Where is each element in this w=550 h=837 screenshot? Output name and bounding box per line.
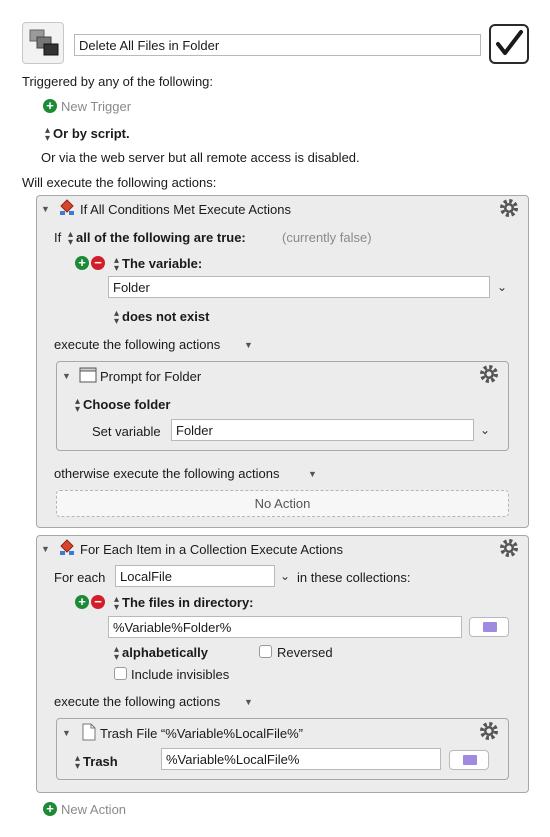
otherwise-actions-disclosure[interactable]: ▼ bbox=[308, 469, 317, 479]
new-trigger-icon[interactable]: + bbox=[43, 99, 57, 113]
sort-popup[interactable]: ▴ ▾ alphabetically bbox=[114, 643, 209, 663]
prompt-folder-title: Prompt for Folder bbox=[100, 369, 202, 384]
macro-name-field[interactable]: Delete All Files in Folder bbox=[74, 34, 481, 56]
macro-icon bbox=[22, 22, 64, 64]
execute-actions-disclosure[interactable]: ▼ bbox=[244, 340, 253, 350]
if-action-title: If All Conditions Met Execute Actions bbox=[80, 202, 291, 217]
stepper-icon: ▴ ▾ bbox=[68, 228, 74, 248]
for-each-label: For each bbox=[54, 570, 106, 585]
reversed-label: Reversed bbox=[277, 645, 333, 660]
trash-file-disclosure[interactable]: ▼ bbox=[62, 728, 71, 738]
trash-file-title: Trash File “%Variable%LocalFile%” bbox=[100, 726, 304, 741]
choose-folder-label: Choose folder bbox=[83, 397, 171, 412]
if-action-gear-icon[interactable] bbox=[499, 198, 519, 218]
choose-file-button[interactable] bbox=[449, 750, 489, 770]
window-icon bbox=[79, 367, 97, 383]
for-each-title: For Each Item in a Collection Execute Ac… bbox=[80, 542, 344, 557]
folder-icon bbox=[483, 622, 497, 632]
or-by-script-toggle[interactable]: ▴ ▾ Or by script. bbox=[45, 124, 130, 144]
for-each-gear-icon[interactable] bbox=[499, 538, 519, 558]
folder-icon bbox=[463, 755, 477, 765]
chevron-down-icon[interactable]: ⌄ bbox=[497, 280, 507, 294]
chevron-down-icon[interactable]: ⌄ bbox=[480, 423, 490, 437]
sort-label: alphabetically bbox=[122, 645, 209, 660]
choose-folder-popup[interactable]: ▴ ▾ Choose folder bbox=[75, 395, 171, 415]
new-trigger-button[interactable]: New Trigger bbox=[61, 99, 131, 114]
for-each-disclosure[interactable]: ▼ bbox=[41, 544, 50, 554]
otherwise-actions-label: otherwise execute the following actions bbox=[54, 466, 280, 481]
add-collection-icon[interactable]: + bbox=[75, 595, 89, 609]
condition-test-popup[interactable]: ▴ ▾ does not exist bbox=[114, 307, 210, 327]
include-invisibles-label: Include invisibles bbox=[131, 667, 230, 682]
stepper-icon: ▴ ▾ bbox=[45, 124, 51, 144]
collection-type-label: The files in directory: bbox=[122, 595, 254, 610]
if-label: If bbox=[54, 230, 62, 245]
condition-state: (currently false) bbox=[282, 230, 372, 245]
if-action-disclosure[interactable]: ▼ bbox=[41, 204, 50, 214]
add-condition-icon[interactable]: + bbox=[75, 256, 89, 270]
condition-mode-label: all of the following are true: bbox=[76, 230, 246, 245]
prompt-folder-disclosure[interactable]: ▼ bbox=[62, 371, 71, 381]
document-icon bbox=[82, 723, 96, 741]
remove-collection-icon[interactable]: − bbox=[91, 595, 105, 609]
stepper-icon: ▴ ▾ bbox=[114, 593, 120, 613]
no-action-placeholder[interactable]: No Action bbox=[56, 490, 509, 517]
execute-actions-label: execute the following actions bbox=[54, 337, 221, 352]
stepper-icon: ▴ ▾ bbox=[114, 254, 120, 274]
directory-field[interactable]: %Variable%Folder% bbox=[108, 616, 462, 638]
set-variable-label: Set variable bbox=[92, 424, 161, 439]
triggers-heading: Triggered by any of the following: bbox=[22, 74, 214, 89]
if-then-icon bbox=[60, 199, 74, 215]
chevron-down-icon[interactable]: ⌄ bbox=[280, 569, 290, 583]
stepper-icon: ▴ ▾ bbox=[114, 643, 120, 663]
macro-enabled-checkbox[interactable] bbox=[489, 24, 529, 64]
for-each-execute-label: execute the following actions bbox=[54, 694, 221, 709]
condition-type-label: The variable: bbox=[122, 256, 203, 271]
prompt-folder-gear-icon[interactable] bbox=[479, 364, 499, 384]
new-action-button[interactable]: New Action bbox=[61, 802, 126, 817]
trash-label: Trash bbox=[83, 754, 118, 769]
include-invisibles-checkbox[interactable] bbox=[114, 667, 127, 680]
collections-label: in these collections: bbox=[297, 570, 411, 585]
condition-variable-field[interactable]: Folder bbox=[108, 276, 490, 298]
no-action-label: No Action bbox=[254, 496, 311, 511]
stepper-icon: ▴ ▾ bbox=[75, 395, 81, 415]
actions-heading: Will execute the following actions: bbox=[22, 175, 217, 190]
condition-mode-popup[interactable]: ▴ ▾ all of the following are true: bbox=[68, 228, 246, 248]
collection-type-popup[interactable]: ▴ ▾ The files in directory: bbox=[114, 593, 254, 613]
or-by-script-label: Or by script. bbox=[53, 126, 130, 141]
condition-test-label: does not exist bbox=[122, 309, 210, 324]
trash-path-field[interactable]: %Variable%LocalFile% bbox=[161, 748, 441, 770]
web-server-note: Or via the web server but all remote acc… bbox=[41, 150, 360, 165]
condition-type-popup[interactable]: ▴ ▾ The variable: bbox=[114, 254, 203, 274]
stepper-icon: ▴ ▾ bbox=[75, 752, 81, 772]
set-variable-field[interactable]: Folder bbox=[171, 419, 474, 441]
stepper-icon: ▴ ▾ bbox=[114, 307, 120, 327]
trash-popup[interactable]: ▴ ▾ Trash bbox=[75, 752, 118, 772]
if-then-icon bbox=[60, 539, 74, 555]
for-each-variable-field[interactable]: LocalFile bbox=[115, 565, 275, 587]
choose-directory-button[interactable] bbox=[469, 617, 509, 637]
reversed-checkbox[interactable] bbox=[259, 645, 272, 658]
checkmark-icon bbox=[496, 30, 523, 55]
trash-file-gear-icon[interactable] bbox=[479, 721, 499, 741]
for-each-execute-disclosure[interactable]: ▼ bbox=[244, 697, 253, 707]
new-action-icon[interactable]: + bbox=[43, 802, 57, 816]
remove-condition-icon[interactable]: − bbox=[91, 256, 105, 270]
